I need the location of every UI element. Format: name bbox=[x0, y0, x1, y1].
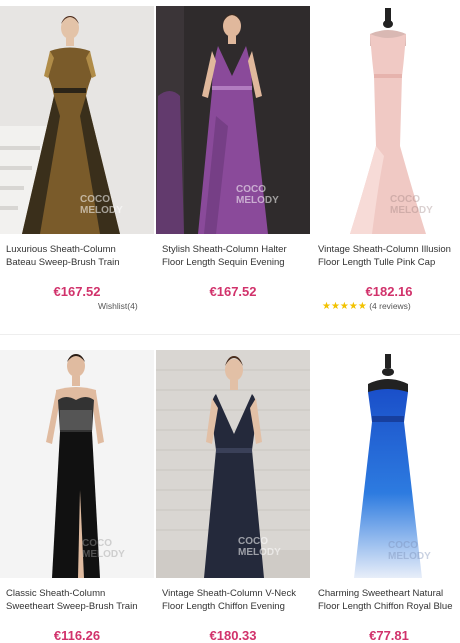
product-title[interactable]: Vintage Sheath-Column Illusion Floor Len… bbox=[318, 243, 460, 269]
svg-text:COCO: COCO bbox=[80, 194, 110, 205]
wishlist-link[interactable]: Wishlist(4) bbox=[98, 301, 138, 311]
product-title[interactable]: Stylish Sheath-Column Halter Floor Lengt… bbox=[162, 243, 310, 269]
svg-text:COCO: COCO bbox=[390, 194, 420, 205]
svg-text:MELODY: MELODY bbox=[390, 205, 433, 216]
row-divider bbox=[0, 334, 460, 335]
product-price: €77.81 bbox=[369, 628, 409, 643]
product-price: €180.33 bbox=[209, 628, 257, 643]
product-image[interactable]: COCO MELODY bbox=[0, 6, 154, 234]
product-title[interactable]: Charming Sweetheart Natural Floor Length… bbox=[318, 587, 460, 613]
star-rating-icon: ★★★★★ bbox=[322, 301, 367, 312]
product-price: €116.26 bbox=[53, 628, 101, 643]
svg-text:MELODY: MELODY bbox=[236, 195, 279, 206]
svg-text:MELODY: MELODY bbox=[238, 547, 281, 558]
product-image[interactable]: COCO MELODY bbox=[312, 6, 460, 234]
svg-text:COCO: COCO bbox=[388, 540, 418, 551]
product-image[interactable]: COCO MELODY bbox=[0, 350, 154, 578]
product-price: €182.16 bbox=[365, 284, 413, 299]
svg-text:MELODY: MELODY bbox=[82, 549, 125, 560]
svg-text:COCO: COCO bbox=[236, 184, 266, 195]
svg-text:COCO: COCO bbox=[238, 536, 268, 547]
product-image[interactable]: COCO MELODY bbox=[312, 350, 460, 578]
svg-text:MELODY: MELODY bbox=[388, 551, 431, 562]
product-image[interactable]: COCO MELODY bbox=[156, 6, 310, 234]
product-price: €167.52 bbox=[53, 284, 101, 299]
product-title[interactable]: Luxurious Sheath-Column Bateau Sweep-Bru… bbox=[6, 243, 154, 269]
product-title[interactable]: Vintage Sheath-Column V-Neck Floor Lengt… bbox=[162, 587, 310, 613]
svg-text:COCO: COCO bbox=[82, 538, 112, 549]
svg-text:MELODY: MELODY bbox=[80, 205, 123, 216]
review-count[interactable]: (4 reviews) bbox=[369, 301, 411, 311]
rating: ★★★★★ (4 reviews) bbox=[322, 301, 411, 312]
product-grid: COCO MELODY Luxurious Sheath-Column Bate… bbox=[0, 0, 460, 643]
product-image[interactable]: COCO MELODY bbox=[156, 350, 310, 578]
product-title[interactable]: Classic Sheath-Column Sweetheart Sweep-B… bbox=[6, 587, 154, 613]
product-price: €167.52 bbox=[209, 284, 257, 299]
